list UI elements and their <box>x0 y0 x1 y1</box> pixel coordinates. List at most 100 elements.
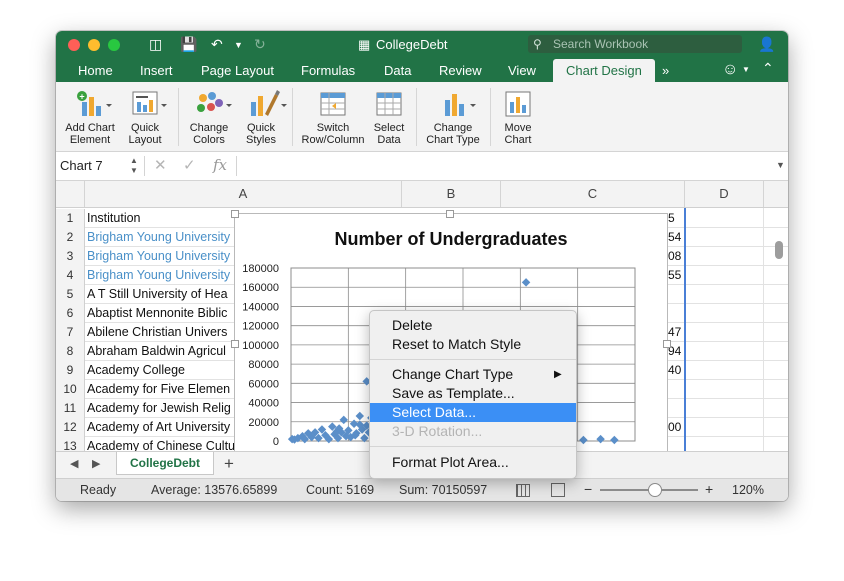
institution-cell[interactable]: Academy for Five Elemen <box>85 380 237 399</box>
menu-item-label: Save as Template... <box>392 385 515 401</box>
zoom-in-icon[interactable]: + <box>705 481 713 497</box>
change-colors-icon <box>195 90 232 118</box>
zoom-slider-thumb[interactable] <box>647 483 662 497</box>
menu-item-label: 3-D Rotation... <box>392 423 483 439</box>
select-all-corner[interactable] <box>56 181 85 207</box>
institution-cell[interactable]: Academy for Jewish Relig <box>85 399 237 418</box>
formula-divider <box>144 156 145 176</box>
search-workbook-field[interactable]: ⚲ Search Workbook <box>528 35 742 53</box>
institution-cell[interactable]: Brigham Young University <box>85 266 237 285</box>
minimize-window-button[interactable] <box>88 39 100 51</box>
institution-cell[interactable]: Academy of Art University <box>85 418 237 437</box>
tab-formulas[interactable]: Formulas <box>301 63 355 78</box>
row-number[interactable]: 8 <box>56 342 85 361</box>
institution-cell[interactable]: Institution <box>85 209 237 228</box>
cancel-icon: ✕ <box>154 157 167 174</box>
row-number[interactable]: 6 <box>56 304 85 323</box>
status-count: Count: 5169 <box>306 483 375 497</box>
institution-cell[interactable]: A T Still University of Hea <box>85 285 237 304</box>
zoom-out-icon[interactable]: − <box>584 481 592 497</box>
column-header-d[interactable]: D <box>685 181 764 207</box>
change-chart-type-button[interactable]: Change Chart Type <box>420 90 486 146</box>
institution-cell[interactable]: Brigham Young University <box>85 247 237 266</box>
tab-data[interactable]: Data <box>384 63 411 78</box>
menu-item-change-chart-type[interactable]: Change Chart Type ▶ <box>370 365 576 384</box>
collapse-ribbon-icon[interactable]: ⌃ <box>762 60 774 77</box>
sidebar-icon[interactable]: ◫ <box>149 36 162 53</box>
menu-item-save-as-template[interactable]: Save as Template... <box>370 384 576 403</box>
share-icon[interactable]: 👤 <box>758 36 775 53</box>
name-box-value: Chart 7 <box>60 158 103 173</box>
add-chart-element-button[interactable]: + Add Chart Element <box>62 90 118 146</box>
menu-item-select-data[interactable]: Select Data... <box>370 403 576 422</box>
row-number[interactable]: 9 <box>56 361 85 380</box>
name-box-stepper-icon[interactable]: ▲ ▼ <box>130 156 138 176</box>
menu-separator <box>370 446 576 447</box>
select-data-button[interactable]: Select Data <box>366 90 412 146</box>
search-placeholder: Search Workbook <box>553 37 649 51</box>
change-colors-button[interactable]: Change Colors <box>182 90 236 146</box>
row-number[interactable]: 12 <box>56 418 85 437</box>
row-number[interactable]: 3 <box>56 247 85 266</box>
column-header-a[interactable]: A <box>85 181 402 207</box>
menu-item-label: Select Data... <box>392 404 477 420</box>
previous-sheet-icon[interactable]: ◀ <box>70 457 78 470</box>
quick-styles-button[interactable]: Quick Styles <box>234 90 288 146</box>
undo-icon[interactable]: ↶ <box>211 36 223 53</box>
save-icon[interactable]: 💾 <box>180 36 197 53</box>
row-number[interactable]: 4 <box>56 266 85 285</box>
tab-review[interactable]: Review <box>439 63 482 78</box>
feedback-dropdown-icon[interactable]: ▼ <box>742 65 750 74</box>
insert-function-icon[interactable]: fx <box>213 156 227 174</box>
next-sheet-icon[interactable]: ▶ <box>92 457 100 470</box>
institution-cell[interactable]: Abaptist Mennonite Biblic <box>85 304 237 323</box>
institution-cell[interactable]: Abilene Christian Univers <box>85 323 237 342</box>
change-chart-type-label: Change Chart Type <box>426 122 480 146</box>
y-tick-label: 0 <box>273 436 279 448</box>
tab-chart-design[interactable]: Chart Design <box>553 59 655 82</box>
quick-layout-icon <box>131 90 167 118</box>
institution-cell[interactable]: Academy College <box>85 361 237 380</box>
row-number[interactable]: 10 <box>56 380 85 399</box>
menu-item-reset-to-match-style[interactable]: Reset to Match Style <box>370 335 576 354</box>
y-tick-label: 160000 <box>242 282 279 294</box>
move-chart-button[interactable]: Move Chart <box>496 90 540 146</box>
row-number[interactable]: 2 <box>56 228 85 247</box>
row-number[interactable]: 1 <box>56 209 85 228</box>
smiley-feedback-icon[interactable]: ☺ <box>722 61 738 79</box>
row-number[interactable]: 5 <box>56 285 85 304</box>
institution-cell[interactable]: Abraham Baldwin Agricul <box>85 342 237 361</box>
chart-resize-handle[interactable] <box>663 340 671 348</box>
move-chart-label: Move Chart <box>504 122 532 146</box>
undo-dropdown-icon[interactable]: ▼ <box>234 40 243 50</box>
menu-item-delete[interactable]: Delete <box>370 316 576 335</box>
more-tabs-icon[interactable]: » <box>662 63 669 78</box>
add-sheet-icon[interactable]: + <box>224 454 234 474</box>
tab-page-layout[interactable]: Page Layout <box>201 63 274 78</box>
institution-cell[interactable]: Brigham Young University <box>85 228 237 247</box>
tab-insert[interactable]: Insert <box>140 63 173 78</box>
normal-view-icon[interactable] <box>516 484 530 497</box>
sheet-tab-collegedebt[interactable]: CollegeDebt <box>116 452 214 475</box>
chart-resize-handle[interactable] <box>231 210 239 218</box>
switch-row-column-button[interactable]: Switch Row/Column <box>300 90 366 146</box>
zoom-window-button[interactable] <box>108 39 120 51</box>
redo-icon: ↻ <box>254 36 266 52</box>
close-window-button[interactable] <box>68 39 80 51</box>
expand-formula-bar-icon[interactable]: ▼ <box>776 160 785 170</box>
row-number[interactable]: 11 <box>56 399 85 418</box>
menu-item-format-plot-area[interactable]: Format Plot Area... <box>370 453 576 472</box>
tab-home[interactable]: Home <box>78 63 113 78</box>
chart-resize-handle[interactable] <box>231 340 239 348</box>
chart-resize-handle[interactable] <box>446 210 454 218</box>
y-tick-label: 60000 <box>248 378 279 390</box>
row-number[interactable]: 7 <box>56 323 85 342</box>
name-box[interactable]: Chart 7 ▲ ▼ <box>60 156 138 176</box>
column-header-c[interactable]: C <box>501 181 685 207</box>
column-header-b[interactable]: B <box>402 181 501 207</box>
ribbon-divider <box>416 88 417 146</box>
vertical-scrollbar-thumb[interactable] <box>775 241 783 259</box>
tab-view[interactable]: View <box>508 63 536 78</box>
quick-layout-button[interactable]: Quick Layout <box>118 90 172 146</box>
page-layout-view-icon[interactable] <box>551 483 565 497</box>
